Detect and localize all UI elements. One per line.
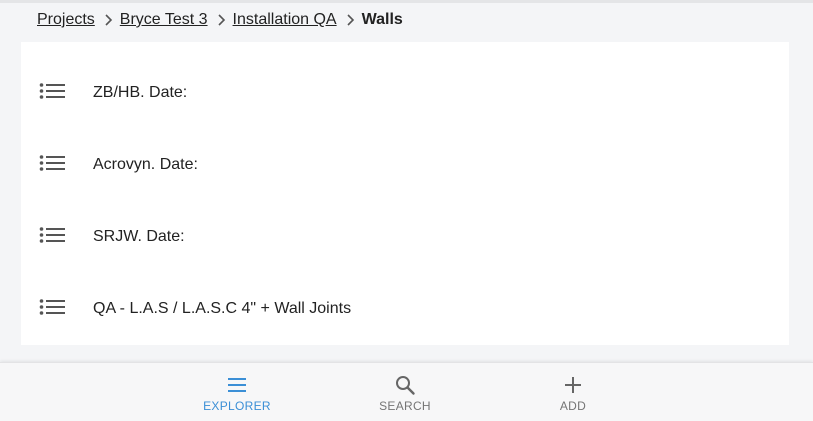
nav-label-add: ADD bbox=[559, 399, 587, 413]
list-icon bbox=[39, 299, 65, 315]
checklist-list: ZB/HB. Date: Acrovyn. Date: SRJW. Date: … bbox=[21, 42, 789, 345]
chevron-right-icon bbox=[217, 14, 225, 26]
nav-button-add[interactable]: ADD bbox=[523, 363, 623, 421]
list-item[interactable]: ZB/HB. Date: bbox=[21, 57, 789, 129]
breadcrumb-link-bryce-test-3[interactable]: Bryce Test 3 bbox=[120, 11, 208, 29]
list-item[interactable]: Acrovyn. Date: bbox=[21, 129, 789, 201]
breadcrumb: Projects Bryce Test 3 Installation QA Wa… bbox=[37, 9, 403, 31]
top-edge-divider bbox=[0, 0, 813, 3]
nav-button-explorer[interactable]: EXPLORER bbox=[187, 363, 287, 421]
list-icon bbox=[39, 155, 65, 171]
list-item[interactable]: QA - L.A.S / L.A.S.C 4" + Wall Joints bbox=[21, 273, 789, 345]
list-item-label: SRJW. Date: bbox=[93, 228, 185, 245]
list-icon bbox=[39, 83, 65, 99]
breadcrumb-link-projects[interactable]: Projects bbox=[37, 11, 95, 29]
hamburger-menu-icon bbox=[228, 378, 246, 392]
list-item[interactable]: SRJW. Date: bbox=[21, 201, 789, 273]
breadcrumb-current-walls: Walls bbox=[361, 11, 403, 28]
list-item-label: Acrovyn. Date: bbox=[93, 156, 198, 173]
bottom-navigation-bar: EXPLORER SEARCH ADD bbox=[0, 362, 813, 421]
plus-icon bbox=[565, 377, 581, 393]
nav-label-search: SEARCH bbox=[379, 399, 431, 413]
list-icon bbox=[39, 227, 65, 243]
breadcrumb-link-installation-qa[interactable]: Installation QA bbox=[233, 11, 337, 29]
chevron-right-icon bbox=[105, 14, 112, 26]
chevron-right-icon bbox=[347, 14, 354, 26]
search-icon bbox=[396, 376, 415, 395]
list-item-label: ZB/HB. Date: bbox=[93, 84, 188, 101]
nav-button-search[interactable]: SEARCH bbox=[355, 363, 455, 421]
nav-label-explorer: EXPLORER bbox=[203, 399, 271, 413]
list-item-label: QA - L.A.S / L.A.S.C 4" + Wall Joints bbox=[93, 300, 352, 317]
